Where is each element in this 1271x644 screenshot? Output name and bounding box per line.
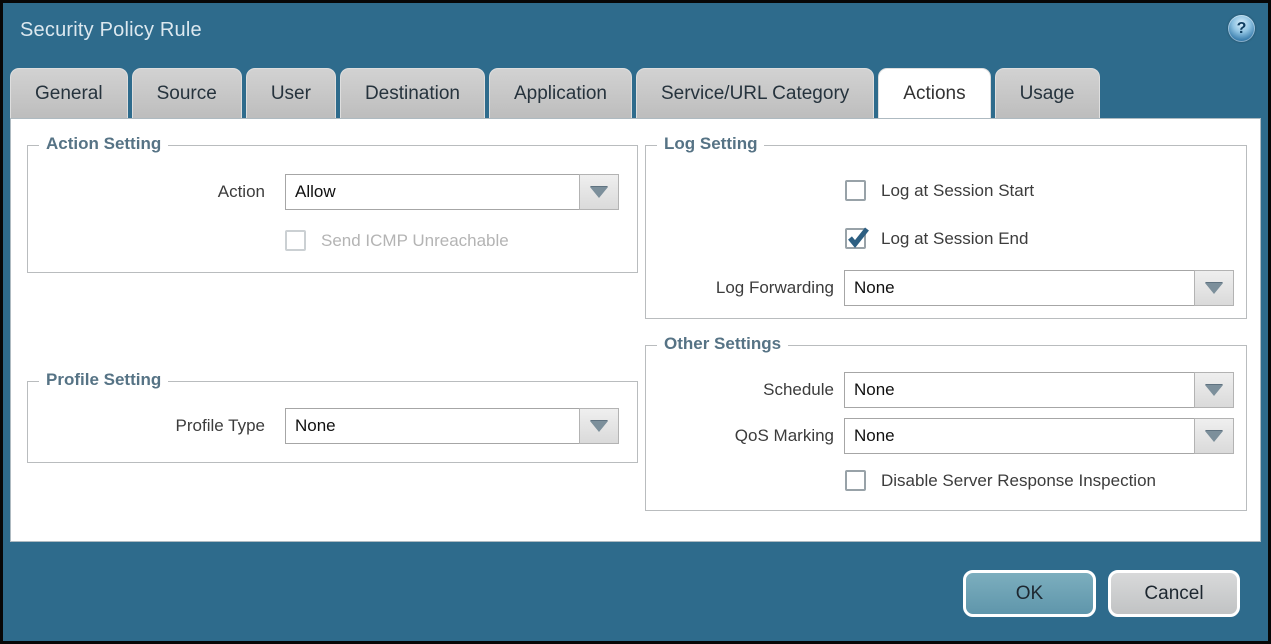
security-policy-rule-dialog: Security Policy Rule ? General Source Us… xyxy=(0,0,1271,644)
log-session-end-row: Log at Session End xyxy=(646,228,1246,249)
profile-setting-legend: Profile Setting xyxy=(39,370,168,390)
action-label: Action xyxy=(28,182,265,202)
log-forwarding-label: Log Forwarding xyxy=(646,278,834,298)
chevron-down-icon xyxy=(590,187,608,198)
chevron-down-icon xyxy=(1205,283,1223,294)
log-forwarding-dropdown-button[interactable] xyxy=(1194,270,1234,306)
profile-type-row: Profile Type None xyxy=(28,408,637,444)
dialog-title: Security Policy Rule xyxy=(20,19,202,42)
log-session-start-row: Log at Session Start xyxy=(646,180,1246,201)
qos-marking-dropdown-button[interactable] xyxy=(1194,418,1234,454)
send-icmp-row: Send ICMP Unreachable xyxy=(28,230,637,251)
send-icmp-checkbox xyxy=(285,230,306,251)
tab-service-url-category[interactable]: Service/URL Category xyxy=(636,68,874,118)
other-settings-fieldset: Other Settings Schedule None QoS Marking… xyxy=(645,345,1247,511)
checkmark-icon xyxy=(845,225,871,251)
log-forwarding-dropdown[interactable]: None xyxy=(844,270,1234,306)
actions-tab-panel: Action Setting Action Allow Send ICMP Un… xyxy=(10,118,1261,542)
log-at-session-end-checkbox[interactable] xyxy=(845,228,866,249)
disable-server-response-inspection-label: Disable Server Response Inspection xyxy=(881,471,1156,491)
action-row: Action Allow xyxy=(28,174,637,210)
tab-application[interactable]: Application xyxy=(489,68,632,118)
tab-bar: General Source User Destination Applicat… xyxy=(10,68,1100,118)
log-forwarding-dropdown-value: None xyxy=(854,271,895,305)
qos-marking-label: QoS Marking xyxy=(646,426,834,446)
action-dropdown[interactable]: Allow xyxy=(285,174,619,210)
tab-general[interactable]: General xyxy=(10,68,128,118)
help-icon[interactable]: ? xyxy=(1228,15,1255,42)
chevron-down-icon xyxy=(590,421,608,432)
qos-marking-dropdown[interactable]: None xyxy=(844,418,1234,454)
action-dropdown-value: Allow xyxy=(295,175,336,209)
profile-type-label: Profile Type xyxy=(28,416,265,436)
schedule-dropdown-value: None xyxy=(854,373,895,407)
log-setting-fieldset: Log Setting Log at Session Start Log at … xyxy=(645,145,1247,319)
log-at-session-start-checkbox[interactable] xyxy=(845,180,866,201)
tab-source[interactable]: Source xyxy=(132,68,242,118)
cancel-button[interactable]: Cancel xyxy=(1108,570,1240,617)
tab-usage[interactable]: Usage xyxy=(995,68,1100,118)
schedule-dropdown[interactable]: None xyxy=(844,372,1234,408)
qos-marking-row: QoS Marking None xyxy=(646,418,1246,454)
log-forwarding-row: Log Forwarding None xyxy=(646,270,1246,306)
dsri-row: Disable Server Response Inspection xyxy=(646,470,1246,491)
action-dropdown-button[interactable] xyxy=(579,174,619,210)
log-at-session-end-label: Log at Session End xyxy=(881,229,1028,249)
action-setting-fieldset: Action Setting Action Allow Send ICMP Un… xyxy=(27,145,638,273)
tab-actions[interactable]: Actions xyxy=(878,68,990,118)
help-icon-glyph: ? xyxy=(1237,20,1247,38)
tab-destination[interactable]: Destination xyxy=(340,68,485,118)
schedule-row: Schedule None xyxy=(646,372,1246,408)
log-setting-legend: Log Setting xyxy=(657,134,764,154)
tab-user[interactable]: User xyxy=(246,68,336,118)
ok-button[interactable]: OK xyxy=(963,570,1096,617)
qos-marking-dropdown-value: None xyxy=(854,419,895,453)
log-at-session-start-label: Log at Session Start xyxy=(881,181,1034,201)
schedule-dropdown-button[interactable] xyxy=(1194,372,1234,408)
disable-server-response-inspection-checkbox[interactable] xyxy=(845,470,866,491)
action-setting-legend: Action Setting xyxy=(39,134,168,154)
chevron-down-icon xyxy=(1205,431,1223,442)
schedule-label: Schedule xyxy=(646,380,834,400)
other-settings-legend: Other Settings xyxy=(657,334,788,354)
profile-type-dropdown-value: None xyxy=(295,409,336,443)
profile-type-dropdown[interactable]: None xyxy=(285,408,619,444)
profile-type-dropdown-button[interactable] xyxy=(579,408,619,444)
profile-setting-fieldset: Profile Setting Profile Type None xyxy=(27,381,638,463)
send-icmp-label: Send ICMP Unreachable xyxy=(321,231,509,251)
chevron-down-icon xyxy=(1205,385,1223,396)
